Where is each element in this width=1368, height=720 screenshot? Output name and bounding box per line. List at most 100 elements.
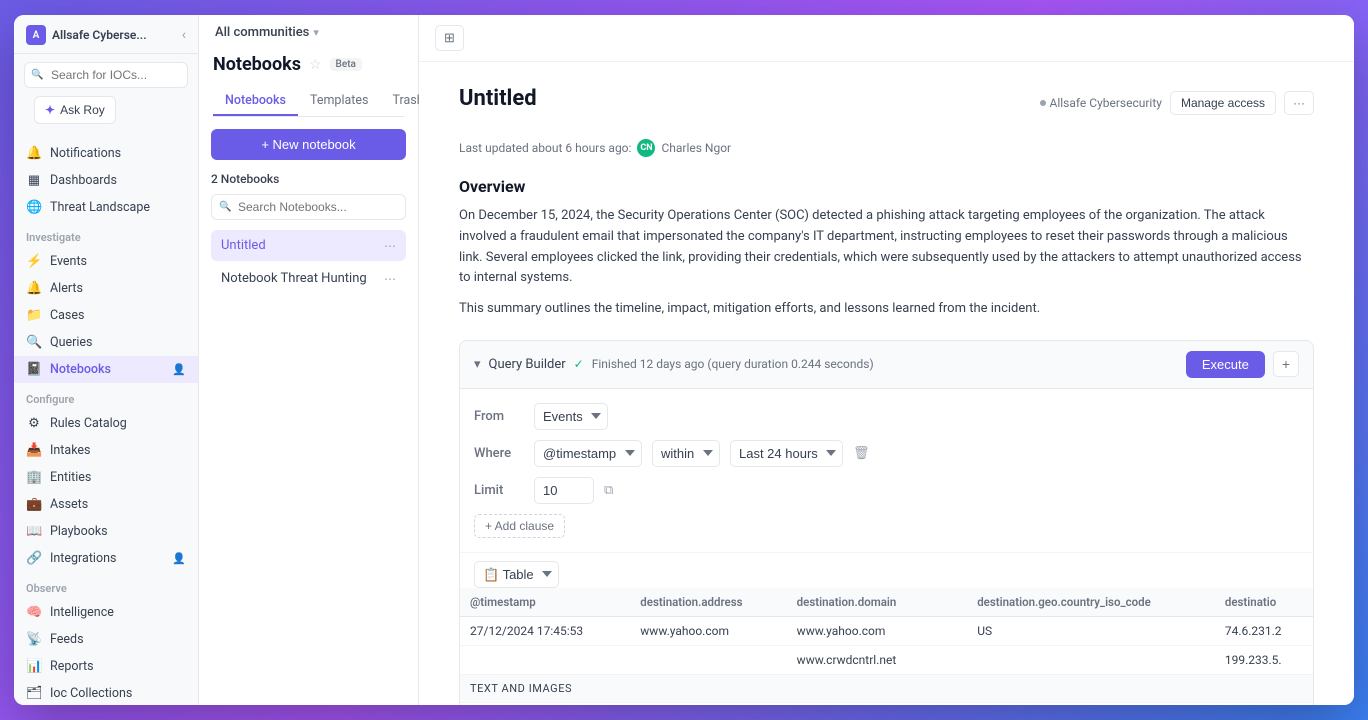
execute-button[interactable]: Execute [1186,351,1265,378]
sidebar-item-label: Rules Catalog [50,416,127,431]
query-check-icon: ✓ [574,357,584,371]
delete-where-icon[interactable]: 🗑 [853,446,870,461]
sidebar-item-notebooks[interactable]: 📓 Notebooks 👤 [14,356,198,383]
sidebar-item-integrations[interactable]: 🔗 Integrations 👤 [14,545,198,572]
playbooks-icon: 📖 [26,524,42,539]
meta-prefix: Last updated about 6 hours ago: [459,141,631,155]
workspace-dot-icon [1040,100,1046,106]
from-select[interactable]: Events [534,403,608,430]
community-label: All communities [215,25,309,40]
query-block: ▾ Query Builder ✓ Finished 12 days ago (… [459,340,1314,705]
tab-templates[interactable]: Templates [298,87,380,116]
sidebar-collapse-icon[interactable]: ‹ [182,27,186,43]
notebooks-icon: 📓 [26,362,42,377]
sidebar-item-threat-landscape[interactable]: 🌐 Threat Landscape [14,194,198,221]
ask-roy-button[interactable]: ✦ Ask Roy [34,96,116,124]
view-type-select[interactable]: 📋 Table [474,561,559,588]
notebooks-search-wrap: 🔍 [211,194,406,220]
sidebar-item-alerts[interactable]: 🔔 Alerts [14,275,198,302]
from-row: From Events [474,403,1299,430]
where-field-select[interactable]: @timestamp [534,440,642,467]
rules-catalog-icon: ⚙ [26,416,42,431]
sidebar-item-assets[interactable]: 💼 Assets [14,491,198,518]
more-options-button[interactable]: ··· [1284,91,1314,115]
copy-limit-icon[interactable]: ⧉ [604,483,613,498]
intakes-icon: 📥 [26,443,42,458]
sidebar-item-label: Dashboards [50,173,117,188]
entities-icon: 🏢 [26,470,42,485]
notebook-item-untitled[interactable]: Untitled ⋯ [211,230,406,261]
main-content: ⊞ Untitled Allsafe Cybersecurity Manage … [419,15,1354,705]
where-time-select[interactable]: Last 24 hours [730,440,843,467]
main-toolbar: ⊞ [419,15,1354,62]
notebooks-search-input[interactable] [211,194,406,220]
access-row: Allsafe Cybersecurity Manage access ··· [1040,91,1315,115]
sidebar: A Allsafe Cyberse... ‹ ✦ Ask Roy 🔔 Notif… [14,15,199,705]
limit-input[interactable]: 10 [534,477,594,504]
notebook-doc-header: Untitled Allsafe Cybersecurity Manage ac… [459,86,1314,131]
col-country: destination.geo.country_iso_code [967,588,1215,617]
sidebar-item-cases[interactable]: 📁 Cases [14,302,198,329]
sidebar-item-notifications[interactable]: 🔔 Notifications [14,140,198,167]
ask-roy-label: Ask Roy [60,103,105,117]
new-notebook-button[interactable]: + New notebook [211,129,406,160]
sidebar-item-label: Queries [50,335,92,350]
col-timestamp: @timestamp [460,588,630,617]
sidebar-item-intelligence[interactable]: 🧠 Intelligence [14,599,198,626]
tab-notebooks[interactable]: Notebooks [213,87,298,116]
from-label: From [474,409,524,424]
sidebar-item-ioc-collections[interactable]: 🗂 Ioc Collections [14,680,198,705]
sidebar-item-dashboards[interactable]: ▦ Dashboards [14,167,198,194]
sidebar-item-intakes[interactable]: 📥 Intakes [14,437,198,464]
ioc-collections-icon: 🗂 [26,686,42,701]
where-operator-select[interactable]: within [652,440,720,467]
sidebar-item-queries[interactable]: 🔍 Queries [14,329,198,356]
notebook-item-label: Untitled [221,238,266,253]
intelligence-icon: 🧠 [26,605,42,620]
sidebar-item-feeds[interactable]: 📡 Feeds [14,626,198,653]
col-dest-address: destination.address [630,588,786,617]
sidebar-item-label: Integrations [50,551,116,566]
cell-dest-extra: 199.233.5. [1215,645,1313,674]
workspace-label: Allsafe Cybersecurity [1040,96,1162,110]
notebook-meta: Last updated about 6 hours ago: CN Charl… [459,139,1314,157]
notebooks-panel: All communities ▾ Notebooks ☆ Beta Noteb… [199,15,419,705]
notebooks-star-icon[interactable]: ☆ [309,57,322,73]
notebook-item-label: Notebook Threat Hunting [221,271,367,286]
notebooks-search-icon: 🔍 [219,202,231,213]
queries-icon: 🔍 [26,335,42,350]
toolbar-left: ⊞ [435,25,464,51]
cell-dest-address: www.yahoo.com [630,616,786,645]
sidebar-item-label: Alerts [50,281,83,296]
sidebar-item-label: Cases [50,308,84,323]
sidebar-item-label: Assets [50,497,88,512]
execute-label: Execute [1202,357,1249,372]
overview-text-1: On December 15, 2024, the Security Opera… [459,206,1314,289]
query-body: From Events Where @timestamp within [460,389,1313,552]
author-name: Charles Ngor [661,141,731,155]
community-selector[interactable]: All communities ▾ [215,25,319,40]
where-label: Where [474,446,524,461]
cell-country: US [967,616,1215,645]
alerts-icon: 🔔 [26,281,42,296]
notebook-item-threat-hunting[interactable]: Notebook Threat Hunting ⋯ [211,263,406,294]
sidebar-item-events[interactable]: ⚡ Events [14,248,198,275]
notebooks-panel-title: Notebooks [213,54,301,75]
expand-button[interactable]: ⊞ [435,25,464,51]
sidebar-nav: 🔔 Notifications ▦ Dashboards 🌐 Threat La… [14,140,198,705]
search-input[interactable] [24,62,188,88]
query-collapse-icon[interactable]: ▾ [474,357,481,372]
sidebar-item-reports[interactable]: 📊 Reports [14,653,198,680]
sidebar-item-rules-catalog[interactable]: ⚙ Rules Catalog [14,410,198,437]
add-block-button[interactable]: + [1273,351,1299,377]
notebooks-tabs: Notebooks Templates Trash [213,87,404,117]
integrations-user-icon: 👤 [172,552,186,565]
feeds-icon: 📡 [26,632,42,647]
sidebar-item-entities[interactable]: 🏢 Entities [14,464,198,491]
sidebar-item-playbooks[interactable]: 📖 Playbooks [14,518,198,545]
limit-row: Limit 10 ⧉ [474,477,1299,504]
cell-dest-domain: www.crwdcntrl.net [787,645,968,674]
manage-access-button[interactable]: Manage access [1170,91,1276,115]
add-clause-button[interactable]: + Add clause [474,514,565,538]
observe-section-label: Observe [14,572,198,599]
